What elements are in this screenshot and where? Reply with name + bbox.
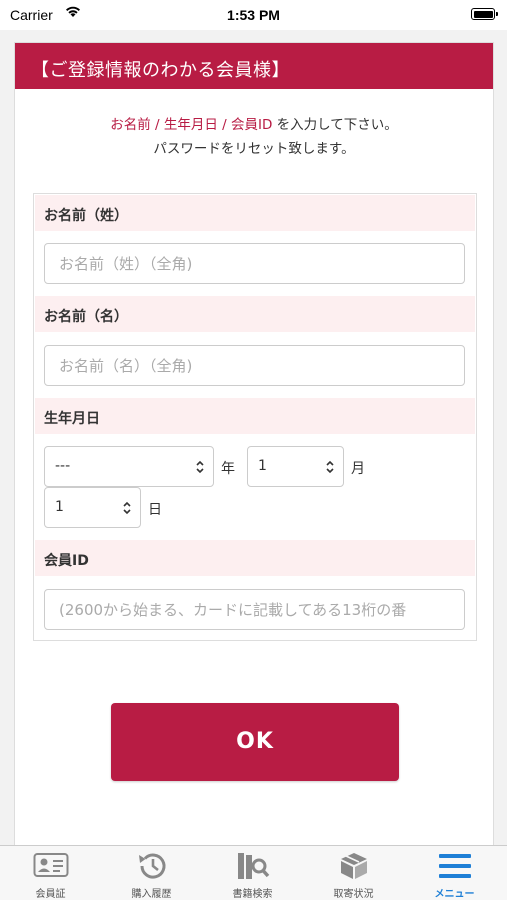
- menu-icon: [438, 854, 471, 878]
- last-name-label: お名前（姓）: [35, 195, 475, 231]
- tab-order-status[interactable]: 取寄状況: [303, 846, 404, 900]
- intro-line-1: お名前 / 生年月日 / 会員ID を入力して下さい。: [15, 113, 493, 137]
- select-chevron-icon: [326, 460, 334, 474]
- clock: 1:53 PM: [227, 7, 280, 23]
- tab-label: 取寄状況: [333, 889, 374, 900]
- tab-label: 書籍検索: [232, 889, 273, 900]
- month-unit-label: 月: [351, 461, 365, 477]
- card-header: 【ご登録情報のわかる会員様】: [15, 43, 493, 89]
- tab-member-card[interactable]: 会員証: [0, 846, 101, 900]
- tab-book-search[interactable]: 書籍検索: [202, 846, 303, 900]
- reset-form: お名前（姓） お名前（名） 生年月日 --- 年 1 月 1 日: [33, 193, 477, 641]
- member-id-label: 会員ID: [35, 540, 475, 576]
- day-unit-label: 日: [148, 502, 162, 518]
- birth-month-select[interactable]: 1: [247, 446, 344, 487]
- tab-label: 購入履歴: [131, 889, 172, 900]
- select-chevron-icon: [196, 460, 204, 474]
- birth-year-value: ---: [55, 458, 71, 474]
- status-bar: Carrier 1:53 PM: [0, 0, 507, 30]
- tab-label: メニュー: [434, 889, 475, 900]
- tab-bar: 会員証 購入履歴 書籍検索 取寄状況 メニュー: [0, 845, 507, 900]
- last-name-input[interactable]: [44, 243, 465, 284]
- first-name-input[interactable]: [44, 345, 465, 386]
- intro-line-1-suffix: を入力して下さい。: [272, 117, 398, 133]
- password-reset-card: 【ご登録情報のわかる会員様】 お名前 / 生年月日 / 会員ID を入力して下さ…: [14, 42, 494, 846]
- order-status-icon: [340, 853, 367, 879]
- intro-text: お名前 / 生年月日 / 会員ID を入力して下さい。 パスワードをリセット致し…: [15, 113, 493, 161]
- battery-icon: [471, 8, 498, 20]
- tab-menu[interactable]: メニュー: [404, 846, 505, 900]
- birth-day-value: 1: [55, 499, 64, 515]
- first-name-label: お名前（名）: [35, 296, 475, 332]
- member-id-input[interactable]: [44, 589, 465, 630]
- book-search-icon: [237, 853, 269, 879]
- select-chevron-icon: [123, 501, 131, 515]
- ok-button[interactable]: OK: [111, 703, 399, 781]
- tab-purchase-history[interactable]: 購入履歴: [101, 846, 202, 900]
- birthdate-label: 生年月日: [35, 398, 475, 434]
- birth-month-value: 1: [258, 458, 267, 474]
- birth-day-select[interactable]: 1: [44, 487, 141, 528]
- intro-line-2: パスワードをリセット致します。: [153, 141, 355, 157]
- year-unit-label: 年: [221, 461, 235, 477]
- birth-year-select[interactable]: ---: [44, 446, 214, 487]
- history-icon: [138, 853, 165, 879]
- member-card-icon: [33, 853, 68, 877]
- tab-label: 会員証: [35, 889, 66, 900]
- intro-emphasis: お名前 / 生年月日 / 会員ID: [110, 117, 273, 133]
